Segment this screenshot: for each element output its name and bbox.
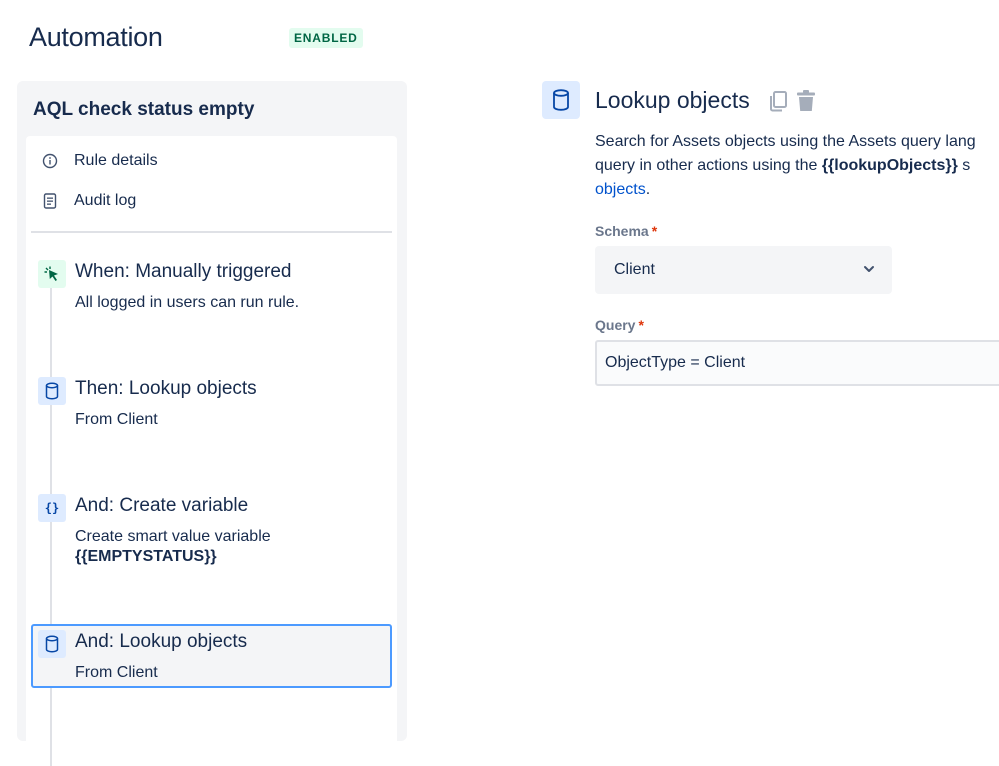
cursor-click-icon xyxy=(38,260,66,288)
rule-step-lookup-objects-selected[interactable]: And: Lookup objects From Client xyxy=(31,624,392,688)
schema-label: Schema * xyxy=(595,223,658,239)
step-title: Then: Lookup objects xyxy=(75,378,257,399)
database-icon xyxy=(38,377,66,405)
description-line-1: Search for Assets objects using the Asse… xyxy=(595,133,976,150)
description-line-2: query in other actions using the {{looku… xyxy=(595,157,971,174)
chevron-down-icon xyxy=(862,262,876,281)
rule-details-label: Rule details xyxy=(74,152,158,169)
detail-description: Search for Assets objects using the Asse… xyxy=(595,130,999,202)
objects-link[interactable]: objects xyxy=(595,181,646,198)
copy-icon[interactable] xyxy=(767,89,789,113)
divider xyxy=(31,231,392,233)
rule-step-lookup-objects[interactable]: Then: Lookup objects From Client xyxy=(31,371,392,435)
status-badge: ENABLED xyxy=(289,28,363,48)
required-indicator: * xyxy=(651,223,658,239)
query-label: Query * xyxy=(595,317,644,333)
database-icon xyxy=(542,81,580,119)
detail-title: Lookup objects xyxy=(595,87,750,113)
required-indicator: * xyxy=(638,317,644,333)
trash-icon[interactable] xyxy=(795,89,817,113)
schema-select[interactable]: Client xyxy=(595,246,892,294)
step-description: Create smart value variable {{EMPTYSTATU… xyxy=(75,527,271,567)
step-description-text: Create smart value variable xyxy=(75,528,271,545)
step-title: And: Create variable xyxy=(75,495,249,516)
audit-log-link[interactable]: Audit log xyxy=(41,187,136,215)
page-title: Automation xyxy=(29,22,163,52)
variable-name: {{EMPTYSTATUS}} xyxy=(75,548,217,565)
audit-log-label: Audit log xyxy=(74,192,137,209)
description-line-3: objects. xyxy=(595,181,651,198)
rule-step-create-variable[interactable]: {} And: Create variable Create smart val… xyxy=(31,488,392,570)
step-description: From Client xyxy=(75,411,158,428)
rule-card: Rule details Audit log When: Manually tr… xyxy=(26,136,397,766)
smart-value: {{lookupObjects}} xyxy=(821,157,958,174)
document-icon xyxy=(41,192,59,210)
database-icon xyxy=(38,630,66,658)
step-description: From Client xyxy=(75,664,158,681)
step-title: When: Manually triggered xyxy=(75,261,292,282)
rule-step-trigger[interactable]: When: Manually triggered All logged in u… xyxy=(31,254,392,318)
step-title: And: Lookup objects xyxy=(75,631,248,652)
curly-braces-icon: {} xyxy=(38,494,66,522)
step-description: All logged in users can run rule. xyxy=(75,294,300,311)
info-icon xyxy=(41,152,59,170)
query-input[interactable] xyxy=(595,340,999,386)
rule-panel: AQL check status empty Rule details Audi… xyxy=(17,81,407,766)
rule-details-link[interactable]: Rule details xyxy=(41,147,158,175)
rule-name: AQL check status empty xyxy=(33,99,255,120)
schema-value: Client xyxy=(614,261,655,278)
